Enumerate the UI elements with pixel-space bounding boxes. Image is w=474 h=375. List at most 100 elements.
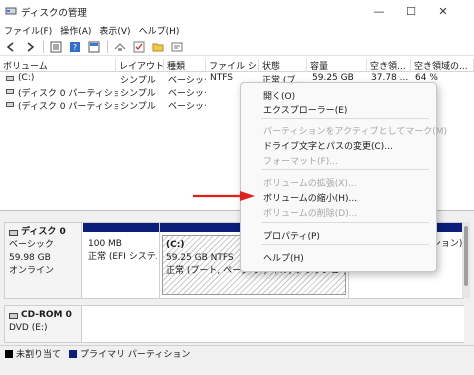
help-icon: ? [70,41,80,52]
cell-type: ベーシック [168,102,206,112]
unallocated-swatch [5,349,13,358]
disk-name: ディスク 0 [21,227,66,237]
scrollbar-thumb[interactable] [464,226,468,286]
menu-item-shrink-volume[interactable]: ボリュームの縮小(H)... [263,191,357,204]
disk-info[interactable]: CD-ROM 0 DVD (E:) [5,306,82,342]
disk-status: オンライン [9,266,55,276]
disk-type: DVD (E:) [9,323,48,333]
svg-text:?: ? [73,43,77,52]
menu-separator [261,118,429,119]
cell-layout: シンプル [120,76,156,86]
volume-table-header: ボリューム レイアウト 種類 ファイル シ... 状態 容量 空き領... 空き… [0,58,474,72]
connect-icon [114,42,126,51]
folder-button[interactable] [151,40,165,54]
menu-view[interactable]: 表示(V) [99,24,130,37]
forward-arrow-icon [27,41,35,52]
disk-name-wrap: ディスク 0 [9,226,81,239]
cell-volume: (ディスク 0 パーティション 1) [18,89,118,99]
partition-color-bar [83,223,159,232]
partition-size: 100 MB [88,239,122,249]
primary-partition-swatch [69,349,78,358]
cell-type: ベーシック [168,89,206,99]
menu-bar: ファイル(F) 操作(A) 表示(V) ヘルプ(H) [0,22,474,38]
menu-separator [261,244,429,245]
menu-item-properties[interactable]: プロパティ(P) [263,229,320,242]
menu-item-extend-volume[interactable]: ボリュームの拡張(X)... [263,176,357,189]
check-button[interactable] [132,40,146,54]
list-view-button[interactable] [49,40,63,54]
minimize-icon: — [373,4,385,18]
menu-separator [261,222,429,223]
status-bar [0,361,474,375]
menu-help[interactable]: ヘルプ(H) [139,24,180,37]
toolbar-separator [107,40,108,53]
cell-layout: シンプル [120,102,156,112]
disk-management-app-icon [5,7,17,15]
partition-efi[interactable]: 100 MB 正常 (EFI システム [83,223,160,298]
disk-type: ベーシック [9,240,54,250]
legend-primary-partition: プライマリ パーティション [80,350,191,360]
detail-view-button[interactable] [87,40,101,54]
forward-button[interactable] [23,40,37,54]
toolbar: ? [0,38,474,56]
minimize-button[interactable]: — [364,0,394,22]
red-arrow-icon [193,191,255,201]
menu-action[interactable]: 操作(A) [60,24,91,37]
menu-item-delete-volume[interactable]: ボリュームの削除(D)... [263,206,357,219]
graphical-pane-scrollbar[interactable] [462,222,470,298]
disk-info[interactable]: ディスク 0 ベーシック 59.98 GB オンライン [5,223,82,298]
menu-item-format[interactable]: フォーマット(F)... [263,154,338,167]
disk-size: 59.98 GB [9,253,51,263]
volume-icon [6,89,14,94]
disk-name-wrap: CD-ROM 0 [9,309,81,322]
partition-body: 100 MB 正常 (EFI システム [85,235,157,295]
close-button[interactable]: ✕ [428,0,458,22]
cdrom-empty-area[interactable] [83,306,464,342]
column-header-filesystem[interactable]: ファイル シ... [206,59,259,72]
context-menu: 開く(O) エクスプローラー(E) パーティションをアクティブとしてマーク(M)… [240,82,447,272]
menu-item-open[interactable]: 開く(O) [263,89,295,102]
back-arrow-icon [6,41,14,52]
back-button[interactable] [4,40,18,54]
column-header-free-percent[interactable]: 空き領域の... [411,59,474,72]
column-header-type[interactable]: 種類 [164,59,206,72]
partition-status: 正常 (EFI システム [88,252,157,262]
column-header-capacity[interactable]: 容量 [307,59,367,72]
checkmark-icon [133,41,145,52]
list-view-icon [50,41,62,52]
maximize-button[interactable]: ☐ [396,0,426,22]
detail-view-icon [88,41,100,52]
menu-item-change-drive-letter[interactable]: ドライブ文字とパスの変更(C)... [263,139,393,152]
maximize-icon: ☐ [406,4,416,18]
volume-icon [6,76,14,81]
cell-volume: (ディスク 0 パーティション 5) [18,102,118,112]
title-bar: ディスクの管理 — ☐ ✕ [0,0,474,22]
cdrom-icon [9,313,18,319]
legend-unallocated: 未割り当て [16,350,62,360]
cell-layout: シンプル [120,89,156,99]
folder-icon [152,43,164,51]
cell-type: ベーシック [168,76,206,86]
menu-file[interactable]: ファイル(F) [4,24,52,37]
disk-name: CD-ROM 0 [21,310,72,320]
column-header-volume[interactable]: ボリューム [0,59,116,72]
column-header-status[interactable]: 状態 [259,59,307,72]
disk-icon [9,230,18,236]
help-button[interactable]: ? [68,40,82,54]
column-header-layout[interactable]: レイアウト [116,59,164,72]
properties-icon [171,42,183,51]
properties-button[interactable] [170,40,184,54]
toolbar-separator [43,40,44,53]
close-icon: ✕ [438,4,448,18]
menu-item-explorer[interactable]: エクスプローラー(E) [263,103,347,116]
legend: 未割り当て プライマリ パーティション [0,345,474,361]
connect-button[interactable] [113,40,127,54]
column-header-free-space[interactable]: 空き領... [367,59,411,72]
menu-separator [261,169,429,170]
cell-volume: (C:) [18,73,35,83]
menu-item-help[interactable]: ヘルプ(H) [263,251,304,264]
volume-icon [6,102,14,107]
menu-item-mark-active[interactable]: パーティションをアクティブとしてマーク(M) [263,124,447,137]
disk-row-cdrom-0[interactable]: CD-ROM 0 DVD (E:) [4,305,464,343]
window-title: ディスクの管理 [21,8,87,19]
